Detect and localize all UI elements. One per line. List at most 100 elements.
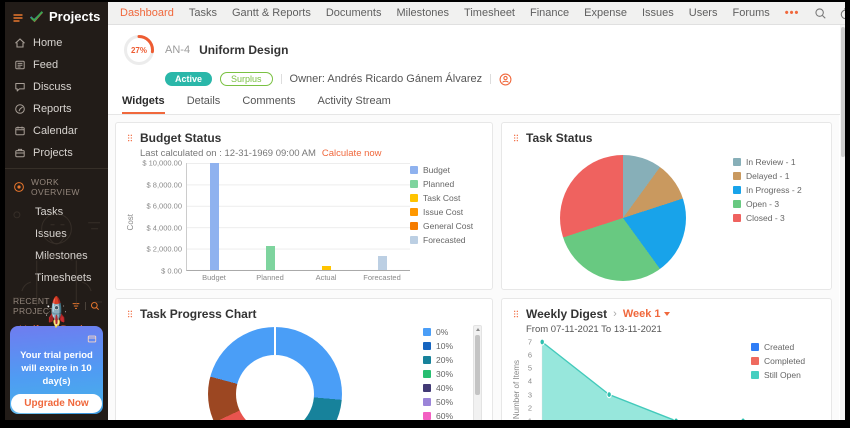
sidebar-item-home[interactable]: Home <box>5 32 108 54</box>
nav-milestones[interactable]: Milestones <box>396 7 449 19</box>
sidebar-item-label: Projects <box>33 147 73 159</box>
legend-label: 60% <box>436 411 453 420</box>
nav-dashboard[interactable]: Dashboard <box>120 7 174 19</box>
nav-tasks[interactable]: Tasks <box>189 7 217 19</box>
legend-swatch <box>410 222 418 230</box>
drag-handle-icon[interactable] <box>126 308 134 320</box>
budget-legend-item: Planned <box>410 179 482 189</box>
nav-users[interactable]: Users <box>689 7 718 19</box>
bar-slot <box>354 163 410 270</box>
budget-plot-area: BudgetPlannedActualForecasted <box>186 163 410 282</box>
task-progress-donut <box>208 327 342 420</box>
sidebar-item-label: Discuss <box>33 81 72 93</box>
widget-budget-status: Budget Status Last calculated on : 12-31… <box>115 122 493 290</box>
project-code: AN-4 <box>165 44 190 56</box>
hamburger-menu-icon[interactable] <box>12 11 24 23</box>
task-progress-chart: 0%10%20%30%40%50%60%70%80%85% <box>126 325 482 420</box>
divider <box>281 74 282 84</box>
legend-swatch <box>751 357 759 365</box>
progress-value: 27% <box>122 33 156 67</box>
donut-hole <box>236 355 314 420</box>
feed-icon <box>14 59 26 71</box>
app-title: Projects <box>49 9 100 24</box>
widget-title: Budget Status <box>140 131 221 145</box>
drag-handle-icon[interactable] <box>126 132 134 144</box>
legend-swatch <box>733 214 741 222</box>
owner-user-icon[interactable] <box>499 73 512 86</box>
work-overview-label: WORK OVERVIEW <box>31 177 100 197</box>
sidebar-item-projects[interactable]: Projects <box>5 142 108 164</box>
task-status-chart: In Review - 1Delayed - 1In Progress - 2O… <box>512 153 821 281</box>
nav-issues[interactable]: Issues <box>642 7 674 19</box>
y-tick-label: 7 <box>528 338 532 347</box>
legend-label: 30% <box>436 369 453 379</box>
page-scrollbar[interactable] <box>840 25 845 420</box>
nav-more[interactable]: ••• <box>785 7 800 19</box>
trial-banner: 🚀 Your trial period will expire in 10 da… <box>10 326 103 414</box>
home-icon <box>14 37 26 49</box>
drag-handle-icon[interactable] <box>512 308 520 320</box>
page-scrollbar-thumb[interactable] <box>841 27 845 157</box>
scroll-up-arrow-icon[interactable] <box>476 328 480 331</box>
tab-details[interactable]: Details <box>187 95 221 114</box>
week-selector[interactable]: Week 1 <box>623 308 670 320</box>
task-status-legend-item: Open - 3 <box>733 199 821 209</box>
nav-gantt-reports[interactable]: Gantt & Reports <box>232 7 311 19</box>
sidebar-item-feed[interactable]: Feed <box>5 54 108 76</box>
nav-expense[interactable]: Expense <box>584 7 627 19</box>
sidebar-item-discuss[interactable]: Discuss <box>5 76 108 98</box>
drag-handle-icon[interactable] <box>512 132 520 144</box>
scrollbar-thumb[interactable] <box>475 335 480 395</box>
legend-swatch <box>733 158 741 166</box>
calculate-now-link[interactable]: Calculate now <box>322 148 382 159</box>
tab-widgets[interactable]: Widgets <box>122 95 165 114</box>
budget-health-badge: Surplus <box>220 72 273 86</box>
bar-forecasted <box>378 256 387 270</box>
bar-budget <box>210 163 219 270</box>
upgrade-now-button[interactable]: Upgrade Now <box>11 394 101 413</box>
widget-weekly-digest: Weekly Digest › Week 1 From 07-11-2021 T… <box>501 298 832 420</box>
popup-minimize-icon[interactable] <box>87 331 97 341</box>
legend-scrollbar[interactable] <box>473 325 482 420</box>
project-title: Uniform Design <box>199 43 288 57</box>
legend-label: Task Cost <box>423 193 460 203</box>
nav-documents[interactable]: Documents <box>326 7 382 19</box>
search-icon[interactable] <box>814 7 827 20</box>
legend-label: Still Open <box>764 370 801 380</box>
trial-message: Your trial period will expire in 10 day(… <box>10 350 103 388</box>
nav-forums[interactable]: Forums <box>732 7 769 19</box>
nav-timesheet[interactable]: Timesheet <box>464 7 515 19</box>
widget-header: Task Status <box>512 131 821 145</box>
sidebar-item-calendar[interactable]: Calendar <box>5 120 108 142</box>
weekly-legend-item: Completed <box>751 356 821 366</box>
legend-swatch <box>410 208 418 216</box>
widget-task-status: Task Status In Review - 1Delayed - 1In P… <box>501 122 832 290</box>
tab-comments[interactable]: Comments <box>242 95 295 114</box>
status-badge[interactable]: Active <box>165 72 212 86</box>
budget-legend-item: General Cost <box>410 221 482 231</box>
caret-down-icon <box>664 312 670 316</box>
bar-slot <box>243 163 299 270</box>
tab-activity-stream[interactable]: Activity Stream <box>318 95 391 114</box>
nav-finance[interactable]: Finance <box>530 7 569 19</box>
task-status-legend: In Review - 1Delayed - 1In Progress - 2O… <box>733 153 821 227</box>
x-tick-label: Planned <box>242 273 298 282</box>
budget-y-axis-title: Cost <box>126 214 136 230</box>
legend-label: In Progress - 2 <box>746 185 802 195</box>
timer-icon[interactable] <box>839 7 845 20</box>
legend-label: Issue Cost <box>423 207 463 217</box>
widget-title: Weekly Digest <box>526 307 607 321</box>
legend-swatch <box>423 412 431 420</box>
bar-planned <box>266 246 275 270</box>
widget-header: Task Progress Chart <box>126 307 482 321</box>
legend-swatch <box>423 384 431 392</box>
legend-label: Created <box>764 342 794 352</box>
budget-legend: BudgetPlannedTask CostIssue CostGeneral … <box>410 163 482 282</box>
legend-label: Closed - 3 <box>746 213 785 223</box>
task-status-legend-item: In Review - 1 <box>733 157 821 167</box>
y-tick-label: $ 4,000.00 <box>147 223 182 232</box>
legend-label: 50% <box>436 397 453 407</box>
y-tick-label: 5 <box>528 364 532 373</box>
widget-header: Budget Status <box>126 131 482 145</box>
sidebar-item-reports[interactable]: Reports <box>5 98 108 120</box>
